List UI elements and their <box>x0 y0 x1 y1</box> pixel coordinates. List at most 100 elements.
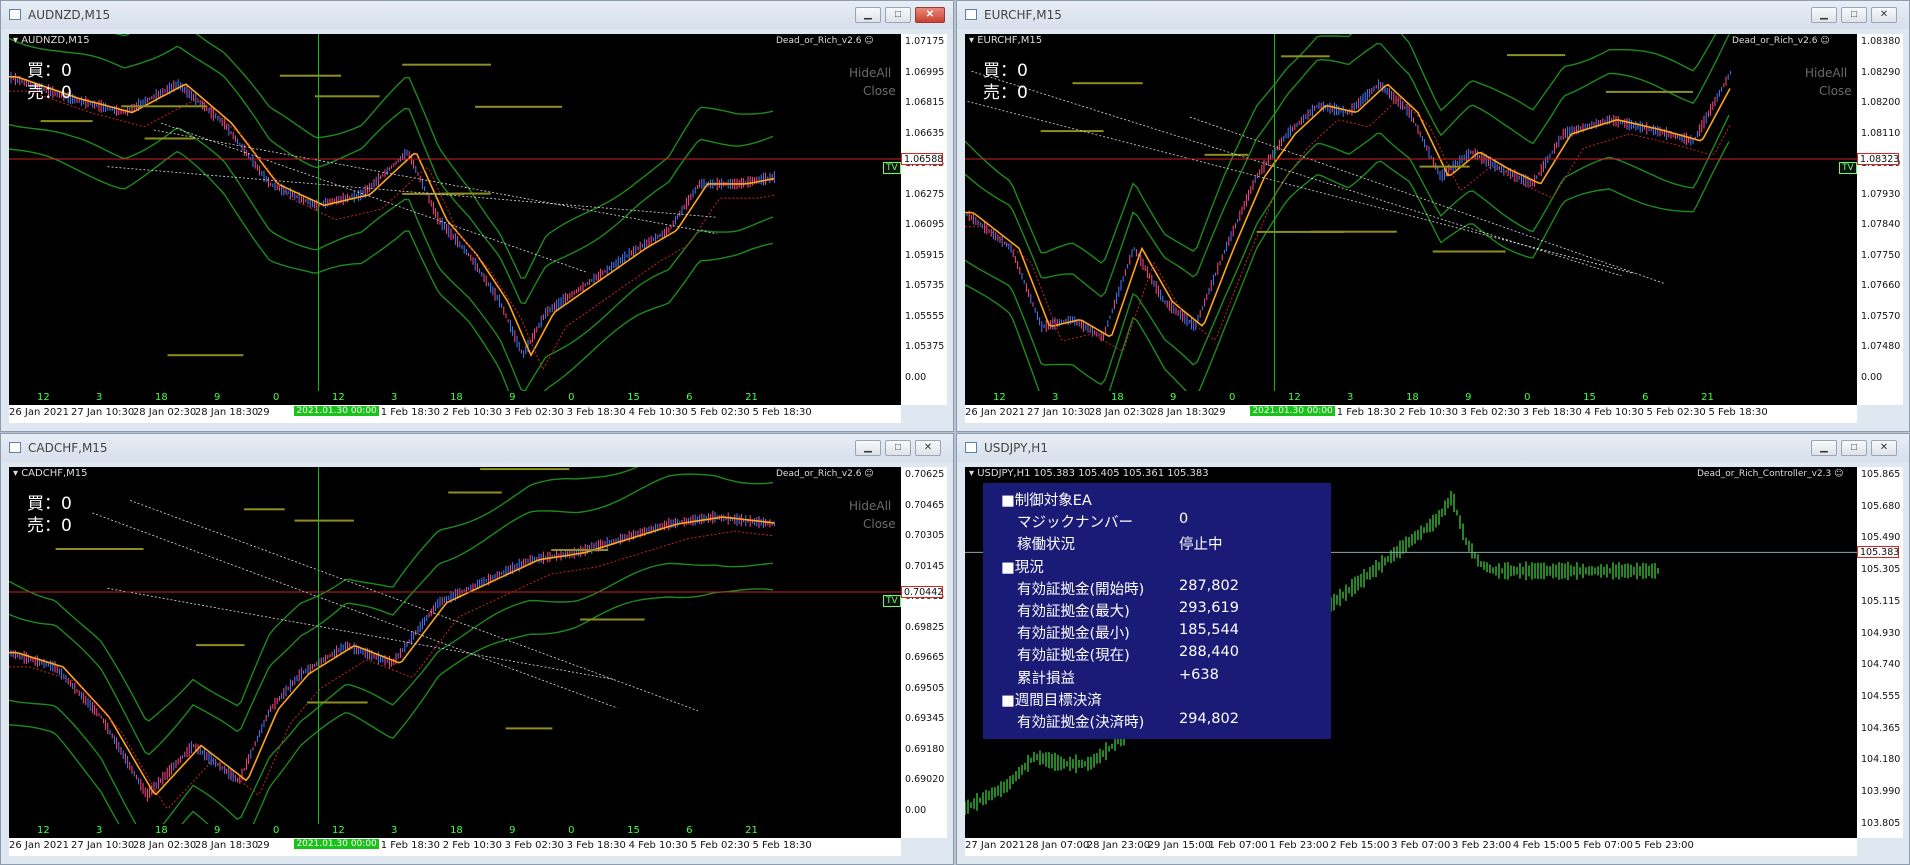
time-scale-label: 28 Jan 18:30 <box>194 840 259 851</box>
close-position-button[interactable]: Close <box>863 517 896 531</box>
window-titlebar[interactable]: USDJPY,H1 ▁ □ ✕ <box>957 434 1909 462</box>
chart-window-eurchf[interactable]: EURCHF,M15 ▁ □ ✕ ▾ EURCHF,M15 Dead_or_Rich_v2… <box>956 0 1910 432</box>
close-button[interactable]: ✕ <box>1871 440 1897 456</box>
chart-area[interactable]: ▾ USDJPY,H1 105.383 105.405 105.361 105.… <box>965 467 1857 838</box>
chart-area[interactable]: ▾ AUDNZD,M15 Dead_or_Rich_v2.6 ☺ 買：0 売：0 Hid… <box>9 34 901 391</box>
price-scale[interactable]: 1.071751.069951.068151.066351.064551.062… <box>901 34 947 405</box>
close-button[interactable]: ✕ <box>1871 7 1897 23</box>
price-scale-label: 105.680 <box>1861 500 1901 512</box>
maximize-button[interactable]: □ <box>885 440 911 456</box>
controller-status-panel: ■制御対象EA マジックナンバー 0 稼働状況 停止中 ■現況 有効証拠金(開始時) 287,… <box>983 483 1331 739</box>
sell-position-count: 売：0 <box>983 83 1028 103</box>
session-hour-label: 18 <box>155 825 168 836</box>
time-scale-label: 4 Feb 10:30 <box>1584 407 1644 418</box>
chart-window-audnzd[interactable]: AUDNZD,M15 ▁ □ ✕ ▾ AUDNZD,M15 Dead_or_Rich_v2… <box>0 0 954 432</box>
maximize-button[interactable]: □ <box>885 7 911 23</box>
time-scale-label: 2 Feb 10:30 <box>442 840 502 851</box>
session-hour-label: 0 <box>1524 392 1531 403</box>
chart-area[interactable]: ▾ EURCHF,M15 Dead_or_Rich_v2.6 ☺ 買：0 売：0 Hid… <box>965 34 1857 391</box>
close-position-button[interactable]: Close <box>1819 84 1852 98</box>
minimize-button[interactable]: ▁ <box>1811 440 1837 456</box>
window-titlebar[interactable]: AUDNZD,M15 ▁ □ ✕ <box>1 1 953 29</box>
order-level-marker <box>1204 153 1249 156</box>
hide-all-button[interactable]: HideAll <box>849 499 891 513</box>
sell-position-count: 売：0 <box>27 83 72 103</box>
price-scale-label: 0.70145 <box>905 560 945 572</box>
time-scale[interactable]: 26 Jan 2021 27 Jan 10:30 28 Jan 02:30 28 Ja… <box>9 838 901 856</box>
price-scale-label: 1.08380 <box>1861 36 1901 47</box>
session-hour-label: 0 <box>568 825 575 836</box>
window-titlebar[interactable]: CADCHF,M15 ▁ □ ✕ <box>1 434 953 462</box>
order-level-marker <box>196 644 245 647</box>
price-scale-label: 0.69020 <box>905 774 945 786</box>
chart-area[interactable]: ▾ CADCHF,M15 Dead_or_Rich_v2.6 ☺ 買：0 売：0 Hid… <box>9 467 901 824</box>
minimize-button[interactable]: ▁ <box>855 440 881 456</box>
signal-line <box>9 90 775 371</box>
close-button[interactable]: ✕ <box>915 440 941 456</box>
time-scale-label: 29 Jan 15:00 <box>1147 840 1211 851</box>
time-scale-label: 3 Feb 18:30 <box>566 407 626 418</box>
time-scale-label: 5 Feb 07:00 <box>1573 840 1634 851</box>
session-hour-label: 21 <box>745 392 758 403</box>
time-scale-label: 3 Feb 02:30 <box>504 840 564 851</box>
signal-line <box>965 98 1731 352</box>
price-scale-label: 0.70625 <box>905 469 945 480</box>
price-scale[interactable]: 0.706250.704650.703050.701450.699850.698… <box>901 467 947 838</box>
maximize-button[interactable]: □ <box>1841 440 1867 456</box>
session-hour-label: 12 <box>1288 392 1301 403</box>
price-scale[interactable]: 1.083801.082901.082001.081101.080201.079… <box>1857 34 1903 405</box>
envelope-band-line <box>9 588 774 824</box>
price-scale-label: 0.69665 <box>905 652 945 664</box>
ea-name-label: Dead_or_Rich_v2.6 ☺ <box>776 36 874 46</box>
price-scale-label: 1.07175 <box>905 36 945 47</box>
time-scale[interactable]: 27 Jan 2021 28 Jan 07:00 28 Jan 23:00 29 Ja… <box>965 838 1857 856</box>
time-scale-label: 5 Feb 18:30 <box>752 840 812 851</box>
order-level-marker <box>307 701 368 704</box>
session-hour-label: 9 <box>1465 392 1472 403</box>
panel-row-value: 288,440 <box>1179 644 1239 661</box>
time-scale[interactable]: 26 Jan 2021 27 Jan 10:30 28 Jan 02:30 28 Ja… <box>965 405 1857 423</box>
minimize-button[interactable]: ▁ <box>855 7 881 23</box>
period-separator-date: 2021.01.30 00:00 <box>1250 406 1335 416</box>
close-button[interactable]: ✕ <box>915 7 945 23</box>
time-scale-label: 27 Jan 10:30 <box>70 407 135 418</box>
chart-window-usdjpy[interactable]: USDJPY,H1 ▁ □ ✕ ▾ USDJPY,H1 105.383 105.405 … <box>956 433 1910 865</box>
time-scale-label: 3 Feb 02:30 <box>1460 407 1520 418</box>
time-scale[interactable]: 26 Jan 2021 27 Jan 10:30 28 Jan 02:30 28 Ja… <box>9 405 901 423</box>
order-level-marker <box>475 105 562 108</box>
price-scale[interactable]: 105.865 105.680 105.490 105.305 105.115 104.9… <box>1857 467 1903 838</box>
time-scale-label: 3 Feb 18:30 <box>566 840 626 851</box>
time-scale-label: 3 Feb 23:00 <box>1452 840 1512 851</box>
price-scale-label: 103.990 <box>1861 786 1901 798</box>
window-title: AUDNZD,M15 <box>28 8 111 22</box>
panel-row-label: 有効証拠金(開始時) <box>1017 581 1145 598</box>
chart-window-cadchf[interactable]: CADCHF,M15 ▁ □ ✕ ▾ CADCHF,M15 Dead_or_Rich_v2… <box>0 433 954 865</box>
panel-row-label: 稼働状況 <box>1017 537 1075 554</box>
hide-all-button[interactable]: HideAll <box>1805 66 1847 80</box>
envelope-band-line <box>9 473 774 756</box>
time-scale-label: 27 Jan 10:30 <box>70 840 135 851</box>
session-hour-label: 12 <box>993 392 1006 403</box>
order-level-marker <box>1256 230 1345 233</box>
price-scale-label: 1.08200 <box>1861 97 1901 109</box>
order-level-marker <box>1432 250 1506 253</box>
panel-row-label: 有効証拠金(最小) <box>1017 626 1130 643</box>
price-scale-label: 0.00 <box>1861 371 1883 383</box>
minimize-button[interactable]: ▁ <box>1811 7 1837 23</box>
hide-all-button[interactable]: HideAll <box>849 66 891 80</box>
price-scale-label: 1.08110 <box>1861 127 1901 139</box>
tv-button[interactable]: TV <box>883 595 901 607</box>
maximize-button[interactable]: □ <box>1841 7 1867 23</box>
tv-button[interactable]: TV <box>883 162 901 174</box>
price-scale-label: 1.06995 <box>905 66 945 78</box>
envelope-band-line <box>965 34 1717 264</box>
tv-button[interactable]: TV <box>1839 162 1857 174</box>
window-titlebar[interactable]: EURCHF,M15 ▁ □ ✕ <box>957 1 1909 29</box>
order-level-marker <box>40 120 93 123</box>
session-hour-label: 6 <box>1642 392 1649 403</box>
price-scale-label: 105.305 <box>1861 564 1901 576</box>
session-hour-label: 9 <box>214 825 221 836</box>
close-position-button[interactable]: Close <box>863 84 896 98</box>
time-scale-label: 4 Feb 10:30 <box>628 840 688 851</box>
time-scale-label: 28 Jan 18:30 <box>1150 407 1215 418</box>
